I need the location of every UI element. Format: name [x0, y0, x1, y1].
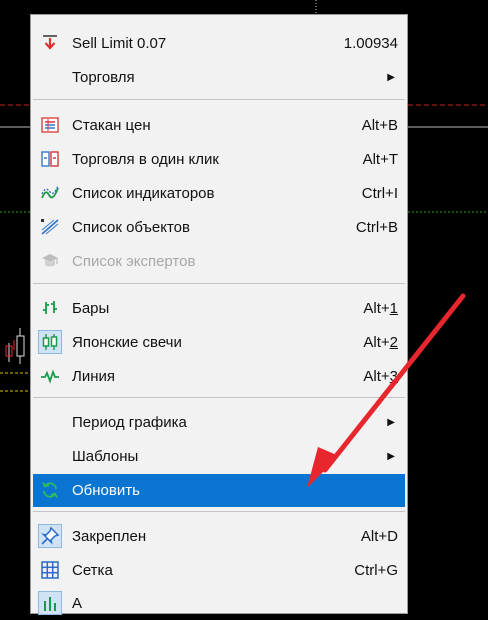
- refresh-icon: [38, 478, 62, 502]
- menu-item-refresh[interactable]: Обновить: [33, 474, 405, 507]
- objects-list-label: Список объектов: [72, 219, 190, 236]
- candlesticks-label: Японские свечи: [72, 334, 182, 351]
- objects-list-shortcut: Ctrl+B: [355, 219, 398, 236]
- chart-period-label: Период графика: [72, 414, 187, 431]
- menu-item-partial[interactable]: А: [33, 587, 405, 620]
- line-shortcut: Alt+3: [363, 368, 398, 385]
- menu-item-candlesticks[interactable]: Японские свечи Alt+2: [33, 326, 405, 359]
- pinned-label: Закреплен: [72, 528, 147, 545]
- bars-label: Бары: [72, 300, 110, 317]
- grid-label: Сетка: [72, 562, 113, 579]
- objects-icon: [38, 215, 62, 239]
- candlesticks-icon: [38, 330, 62, 354]
- grid-shortcut: Ctrl+G: [354, 562, 398, 579]
- bars-chart-icon: [38, 296, 62, 320]
- sell-limit-price: 1.00934: [343, 35, 398, 52]
- menu-item-depth-of-market[interactable]: Стакан цен Alt+B: [33, 109, 405, 142]
- menu-item-pinned[interactable]: Закреплен Alt+D: [33, 520, 405, 553]
- menu-item-sell-limit[interactable]: Sell Limit 0.07 1.00934: [33, 27, 405, 60]
- indicators-list-label: Список индикаторов: [72, 185, 215, 202]
- volumes-icon: [38, 591, 62, 615]
- experts-list-label: Список экспертов: [72, 253, 196, 270]
- pinned-shortcut: Alt+D: [360, 528, 398, 545]
- menu-separator: [33, 99, 405, 100]
- menu-separator: [33, 511, 405, 512]
- line-chart-icon: [38, 364, 62, 388]
- sell-limit-label: Sell Limit 0.07: [72, 35, 167, 52]
- menu-item-one-click-trading[interactable]: Торговля в один клик Alt+T: [33, 143, 405, 176]
- refresh-label: Обновить: [72, 482, 140, 499]
- menu-item-grid[interactable]: Сетка Ctrl+G: [33, 554, 405, 587]
- submenu-arrow-icon: ▶: [387, 417, 395, 428]
- pin-icon: [38, 524, 62, 548]
- menu-item-chart-period[interactable]: Период графика ▶: [33, 406, 405, 439]
- menu-item-trade[interactable]: Торговля ▶: [33, 61, 405, 94]
- grid-icon: [38, 558, 62, 582]
- indicators-list-shortcut: Ctrl+I: [361, 185, 398, 202]
- depth-of-market-icon: [38, 113, 62, 137]
- bars-shortcut: Alt+1: [363, 300, 398, 317]
- menu-item-indicators-list[interactable]: Список индикаторов Ctrl+I: [33, 177, 405, 210]
- sell-limit-icon: [38, 31, 62, 55]
- context-menu: Sell Limit 0.07 1.00934 Торговля ▶ Стака…: [30, 14, 408, 615]
- menu-item-objects-list[interactable]: Список объектов Ctrl+B: [33, 211, 405, 244]
- menu-item-templates[interactable]: Шаблоны ▶: [33, 440, 405, 473]
- candlesticks-shortcut: Alt+2: [363, 334, 398, 351]
- templates-label: Шаблоны: [72, 448, 139, 465]
- depth-of-market-shortcut: Alt+B: [361, 117, 398, 134]
- one-click-trading-icon: [38, 147, 62, 171]
- partial-item-label: А: [72, 595, 83, 612]
- menu-separator: [33, 397, 405, 398]
- trade-label: Торговля: [72, 69, 135, 86]
- menu-item-experts-list: Список экспертов: [33, 245, 405, 278]
- experts-icon: [38, 249, 62, 273]
- one-click-trading-shortcut: Alt+T: [362, 151, 398, 168]
- menu-separator: [33, 283, 405, 284]
- one-click-trading-label: Торговля в один клик: [72, 151, 219, 168]
- indicators-icon: [38, 181, 62, 205]
- submenu-arrow-icon: ▶: [387, 451, 395, 462]
- menu-item-bars[interactable]: Бары Alt+1: [33, 292, 405, 325]
- depth-of-market-label: Стакан цен: [72, 117, 151, 134]
- menu-item-line[interactable]: Линия Alt+3: [33, 360, 405, 393]
- line-label: Линия: [72, 368, 116, 385]
- submenu-arrow-icon: ▶: [387, 72, 395, 83]
- chart-candles: [5, 328, 25, 364]
